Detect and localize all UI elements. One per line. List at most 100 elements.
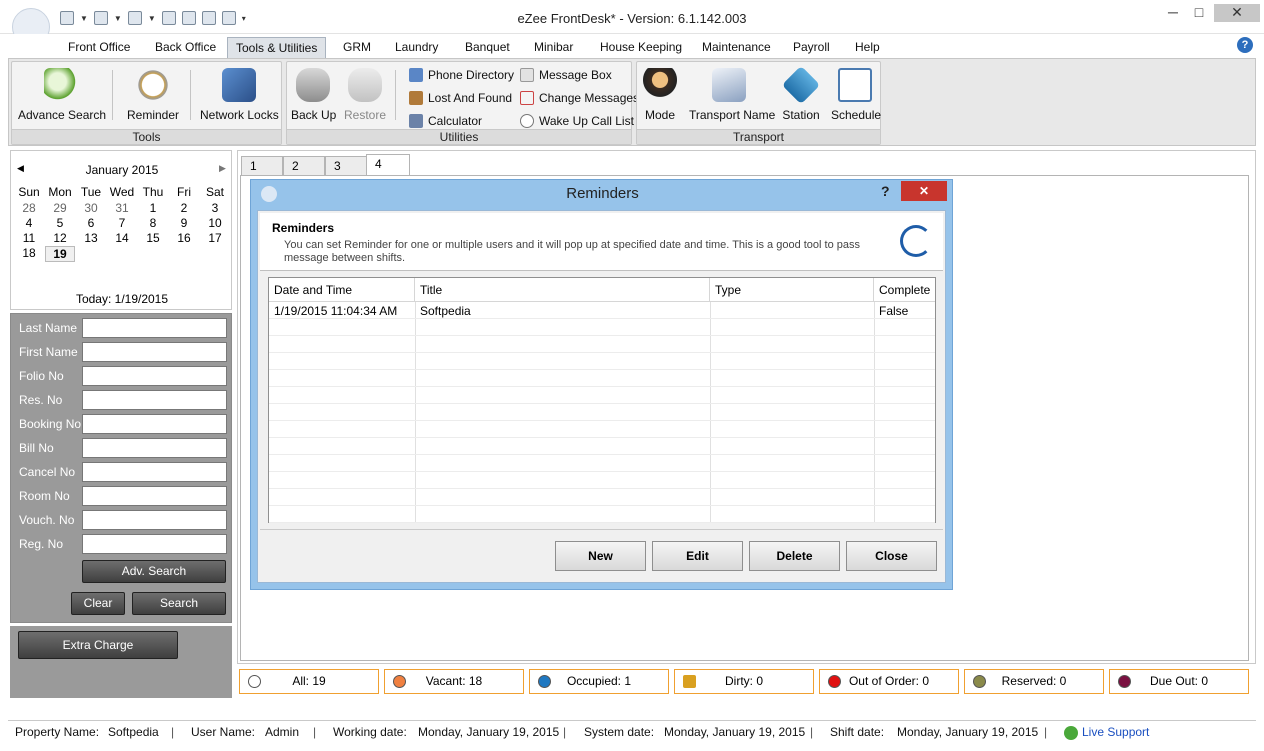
help-icon[interactable]: ? [1237,37,1253,53]
calendar-day[interactable]: 11 [14,231,44,245]
reg-no-input[interactable] [82,534,227,554]
menu-front-office[interactable]: Front Office [60,37,138,58]
live-support-icon[interactable] [1064,726,1078,740]
row-type-cell[interactable] [710,303,715,319]
calendar-day[interactable]: 3 [200,201,230,215]
menu-grm[interactable]: GRM [335,37,379,58]
booking-no-input[interactable] [82,414,227,434]
calendar-day[interactable]: 15 [138,231,168,245]
cancel-no-input[interactable] [82,462,227,482]
close-app-button[interactable]: ✕ [1214,4,1260,22]
calendar-day[interactable]: 7 [107,216,137,230]
phone-directory-button[interactable]: Phone Directory [409,68,514,82]
menu-house-keeping[interactable]: House Keeping [592,37,690,58]
advance-search-button[interactable]: Advance Search [18,68,106,122]
table-row[interactable] [269,319,935,336]
menu-maintenance[interactable]: Maintenance [694,37,779,58]
today-label[interactable]: Today: 1/19/2015 [11,292,233,306]
status-vacant[interactable]: Vacant: 18 [384,669,524,694]
column-header-title[interactable]: Title [415,278,710,302]
table-row[interactable] [269,489,935,506]
tab-1[interactable]: 1 [241,156,283,176]
message-box-button[interactable]: Message Box [520,68,612,82]
tab-4[interactable]: 4 [366,154,410,176]
maximize-button[interactable]: □ [1182,4,1216,22]
first-name-input[interactable] [82,342,227,362]
calendar-day[interactable]: 5 [45,216,75,230]
clear-button[interactable]: Clear [71,592,125,615]
vouch-no-input[interactable] [82,510,227,530]
calendar-day[interactable]: 31 [107,201,137,215]
calendar-day[interactable]: 13 [76,231,106,245]
status-out-of-order[interactable]: Out of Order: 0 [819,669,959,694]
calendar-day[interactable]: 6 [76,216,106,230]
calculator-button[interactable]: Calculator [409,114,482,128]
restore-button[interactable]: Restore [343,68,387,122]
status-occupied[interactable]: Occupied: 1 [529,669,669,694]
network-locks-button[interactable]: Network Locks [200,68,279,122]
calendar-day[interactable]: 12 [45,231,75,245]
dialog-help-button[interactable]: ? [881,183,890,199]
menu-tools-utilities[interactable]: Tools & Utilities [227,37,327,58]
table-row[interactable] [269,438,935,455]
row-date-cell[interactable]: 1/19/2015 11:04:34 AM [269,303,397,319]
menu-laundry[interactable]: Laundry [387,37,446,58]
calendar-day[interactable]: 9 [169,216,199,230]
calendar-day[interactable]: 16 [169,231,199,245]
res-no-input[interactable] [82,390,227,410]
table-row[interactable] [269,404,935,421]
tab-3[interactable]: 3 [325,156,367,176]
change-messages-button[interactable]: Change Messages [520,91,639,105]
table-row[interactable] [269,353,935,370]
menu-minibar[interactable]: Minibar [526,37,581,58]
table-row[interactable] [269,387,935,404]
folio-no-input[interactable] [82,366,227,386]
menu-back-office[interactable]: Back Office [147,37,224,58]
wake-up-call-list-button[interactable]: Wake Up Call List [520,114,634,128]
edit-button[interactable]: Edit [652,541,743,571]
transport-name-button[interactable]: Transport Name [689,68,775,122]
last-name-input[interactable] [82,318,227,338]
dialog-close-button[interactable]: ✕ [901,181,947,201]
column-header-date[interactable]: Date and Time [269,278,415,302]
adv-search-button[interactable]: Adv. Search [82,560,226,583]
menu-payroll[interactable]: Payroll [785,37,838,58]
table-row[interactable] [269,370,935,387]
row-complete-cell[interactable]: False [874,303,908,319]
live-support-link[interactable]: Live Support [1082,725,1149,739]
schedule-button[interactable]: Schedule [831,68,881,122]
row-title-cell[interactable]: Softpedia [415,303,471,319]
calendar-day[interactable]: 2 [169,201,199,215]
bill-no-input[interactable] [82,438,227,458]
calendar-day[interactable]: 8 [138,216,168,230]
table-row[interactable] [269,421,935,438]
lost-and-found-button[interactable]: Lost And Found [409,91,512,105]
table-row[interactable] [269,336,935,353]
table-row[interactable] [269,506,935,523]
backup-button[interactable]: Back Up [291,68,336,122]
status-all[interactable]: All: 19 [239,669,379,694]
column-header-complete[interactable]: Complete [874,278,935,302]
table-row[interactable] [269,472,935,489]
next-month-icon[interactable]: ▶ [219,163,226,174]
reminder-button[interactable]: Reminder [124,68,182,122]
calendar-day[interactable]: 10 [200,216,230,230]
status-due-out[interactable]: Due Out: 0 [1109,669,1249,694]
calendar-day[interactable]: 1 [138,201,168,215]
status-dirty[interactable]: Dirty: 0 [674,669,814,694]
mode-button[interactable]: Mode [641,68,679,122]
delete-button[interactable]: Delete [749,541,840,571]
station-button[interactable]: Station [779,65,823,122]
column-header-type[interactable]: Type [710,278,874,302]
calendar-day[interactable]: 29 [45,201,75,215]
menu-help[interactable]: Help [847,37,888,58]
calendar-day[interactable]: 18 [14,246,44,260]
close-button[interactable]: Close [846,541,937,571]
calendar-day[interactable]: 14 [107,231,137,245]
calendar-day[interactable]: 30 [76,201,106,215]
new-button[interactable]: New [555,541,646,571]
search-button[interactable]: Search [132,592,226,615]
calendar-day[interactable]: 19 [45,246,75,262]
calendar-day[interactable]: 17 [200,231,230,245]
menu-banquet[interactable]: Banquet [457,37,518,58]
